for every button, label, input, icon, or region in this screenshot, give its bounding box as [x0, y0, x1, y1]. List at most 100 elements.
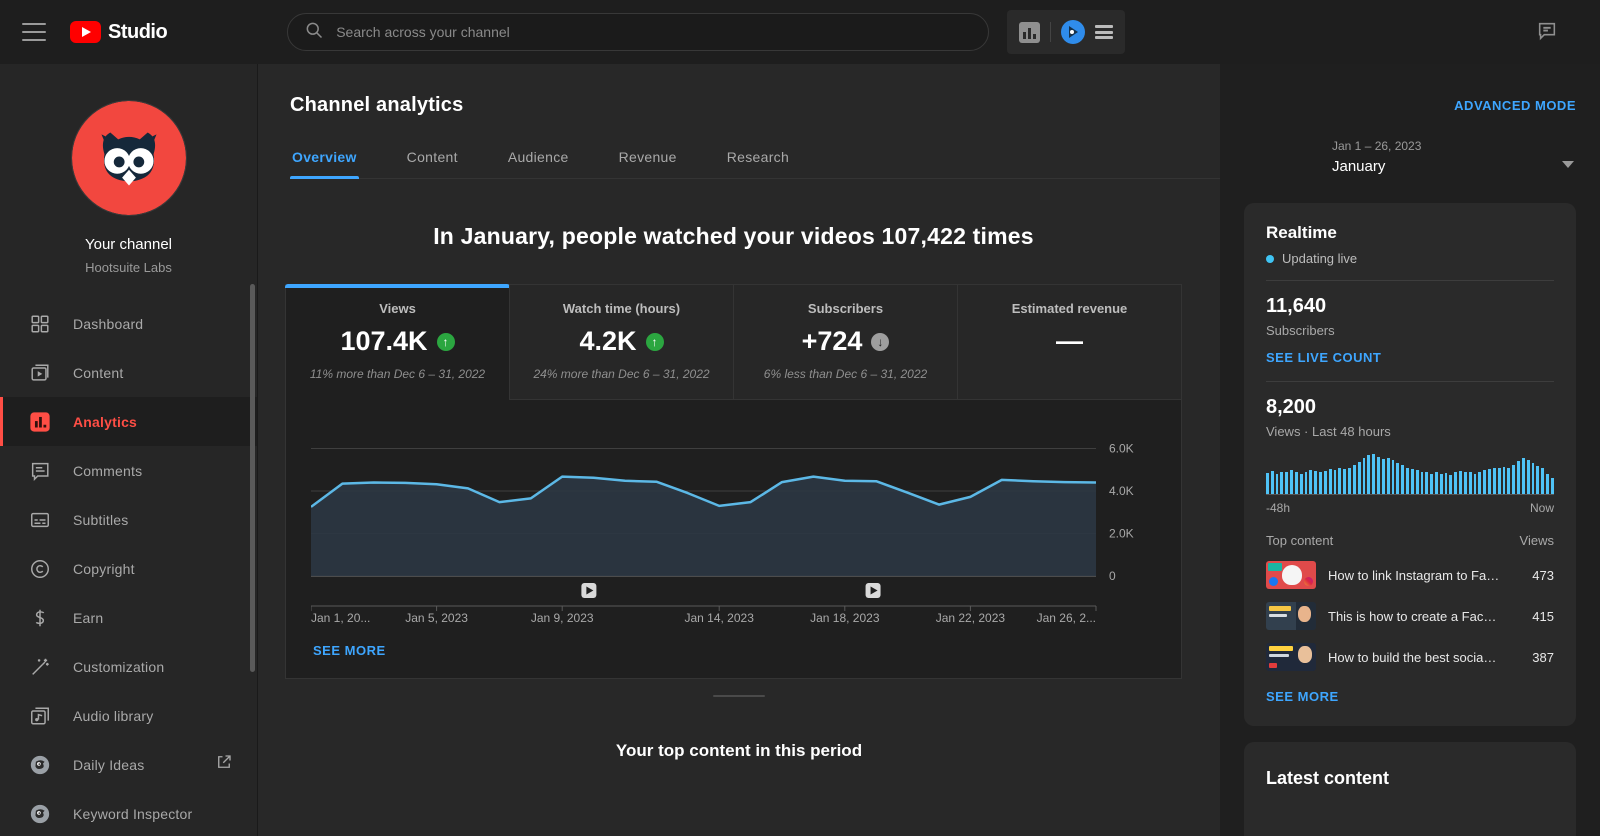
- sidebar-item-audio-library[interactable]: Audio library: [0, 691, 257, 740]
- sidebar-item-copyright[interactable]: Copyright: [0, 544, 257, 593]
- metric-value-text: —: [1056, 326, 1083, 357]
- sidebar-item-content[interactable]: Content: [0, 348, 257, 397]
- channel-name: Your channel: [0, 236, 257, 253]
- video-thumbnail: [1266, 561, 1316, 589]
- sparkline-bar: [1353, 465, 1356, 494]
- earn-icon: [29, 607, 51, 629]
- sidebar-item-subtitles[interactable]: Subtitles: [0, 495, 257, 544]
- metric-tab-estimated-revenue[interactable]: Estimated revenue—: [957, 285, 1181, 400]
- sidebar-item-dashboard[interactable]: Dashboard: [0, 299, 257, 348]
- svg-text:2.0K: 2.0K: [1109, 527, 1134, 541]
- svg-text:Jan 14, 2023: Jan 14, 2023: [684, 611, 754, 624]
- metric-value-text: 107.4K: [340, 326, 427, 357]
- sidebar-item-label: Comments: [73, 463, 142, 479]
- top-content-video-title: How to build the best socia…: [1328, 650, 1520, 665]
- sparkline-bar: [1512, 465, 1515, 494]
- metric-label: Subscribers: [744, 301, 947, 316]
- metric-value-text: +724: [802, 326, 863, 357]
- sparkline-bar: [1478, 472, 1481, 494]
- sparkline-bar: [1377, 457, 1380, 494]
- youtube-play-icon: [70, 21, 101, 43]
- sparkline-bar: [1266, 473, 1269, 494]
- svg-text:4.0K: 4.0K: [1109, 484, 1134, 498]
- metric-value: 4.2K↑: [520, 326, 723, 357]
- thumbnail-art: [1269, 663, 1277, 668]
- thumbnail-art: [1298, 646, 1312, 663]
- sparkline-bar: [1459, 471, 1462, 494]
- tab-research[interactable]: Research: [725, 149, 791, 178]
- sidebar-item-daily-ideas[interactable]: Daily Ideas: [0, 740, 257, 789]
- latest-content-title: Latest content: [1266, 768, 1554, 789]
- realtime-views-sparkline[interactable]: [1266, 453, 1554, 495]
- top-content-row[interactable]: How to build the best socia…387: [1266, 643, 1554, 671]
- views-line-chart[interactable]: 02.0K4.0K6.0KJan 1, 20...Jan 5, 2023Jan …: [286, 400, 1181, 629]
- sidebar-item-customization[interactable]: Customization: [0, 642, 257, 691]
- metric-tab-watch-time-hours-[interactable]: Watch time (hours)4.2K↑24% more than Dec…: [509, 285, 733, 400]
- sidebar-item-comments[interactable]: Comments: [0, 446, 257, 495]
- sparkline-bar: [1290, 470, 1293, 494]
- tab-content[interactable]: Content: [405, 149, 460, 178]
- sparkline-right-label: Now: [1530, 501, 1554, 515]
- sidebar-item-label: Analytics: [73, 414, 137, 430]
- sidebar-item-earn[interactable]: Earn: [0, 593, 257, 642]
- see-more-link[interactable]: SEE MORE: [313, 643, 386, 658]
- hootsuite-owl-icon[interactable]: [1061, 20, 1085, 44]
- sparkline-bar: [1527, 460, 1530, 494]
- youtube-studio-logo[interactable]: Studio: [70, 21, 167, 44]
- sparkline-bar: [1493, 468, 1496, 494]
- svg-text:Jan 9, 2023: Jan 9, 2023: [531, 611, 594, 624]
- sparkline-bar: [1276, 474, 1279, 494]
- sparkline-bar: [1435, 472, 1438, 494]
- realtime-see-more-link[interactable]: SEE MORE: [1266, 689, 1339, 704]
- channel-block: Your channel Hootsuite Labs: [0, 64, 257, 275]
- sidebar-item-label: Audio library: [73, 708, 153, 724]
- comments-icon: [29, 460, 51, 482]
- search-input[interactable]: [336, 24, 972, 40]
- advanced-mode-link[interactable]: ADVANCED MODE: [1454, 98, 1576, 113]
- sparkline-bar: [1440, 474, 1443, 494]
- svg-text:Jan 18, 2023: Jan 18, 2023: [810, 611, 880, 624]
- svg-text:6.0K: 6.0K: [1109, 442, 1134, 456]
- sparkline-bar: [1507, 468, 1510, 494]
- sidebar-item-analytics[interactable]: Analytics: [0, 397, 257, 446]
- chevron-down-icon: [1562, 161, 1574, 168]
- sparkline-bar: [1348, 468, 1351, 494]
- sidebar-scrollbar[interactable]: [250, 284, 255, 672]
- top-content-video-title: This is how to create a Fac…: [1328, 609, 1520, 624]
- analytics-tabs: Overview Content Audience Revenue Research: [290, 149, 1220, 179]
- main-panel: Channel analytics OverviewContentAudienc…: [258, 64, 1220, 836]
- youtube-studio-app: Studio: [0, 0, 1600, 836]
- see-live-count-link[interactable]: SEE LIVE COUNT: [1266, 350, 1381, 365]
- date-range-text: Jan 1 – 26, 2023: [1332, 139, 1576, 153]
- svg-text:Jan 1, 20...: Jan 1, 20...: [311, 611, 370, 624]
- divider: [1266, 381, 1554, 382]
- tab-revenue[interactable]: Revenue: [617, 149, 679, 178]
- extension-menu-icon[interactable]: [1095, 25, 1113, 39]
- feedback-icon[interactable]: [1536, 20, 1558, 45]
- top-content-row[interactable]: How to link Instagram to Fa…473: [1266, 561, 1554, 589]
- thumbnail-art: [1269, 606, 1291, 611]
- extension-chart-icon[interactable]: [1019, 22, 1040, 43]
- sidebar-item-label: Keyword Inspector: [73, 806, 192, 822]
- metric-tab-subscribers[interactable]: Subscribers+724↓6% less than Dec 6 – 31,…: [733, 285, 957, 400]
- owl-icon: [29, 754, 51, 776]
- sidebar-item-label: Content: [73, 365, 123, 381]
- tab-overview[interactable]: Overview: [290, 149, 359, 178]
- channel-avatar[interactable]: [71, 100, 187, 216]
- top-content-view-count: 473: [1532, 568, 1554, 583]
- date-range-picker[interactable]: Jan 1 – 26, 2023 January: [1244, 139, 1576, 175]
- sidebar-item-keyword-inspector[interactable]: Keyword Inspector: [0, 789, 257, 836]
- top-content-row[interactable]: This is how to create a Fac…415: [1266, 602, 1554, 630]
- sidebar-item-label: Customization: [73, 659, 164, 675]
- thumbnail-art: [1298, 606, 1311, 622]
- svg-text:Jan 26, 2...: Jan 26, 2...: [1037, 611, 1096, 624]
- sparkline-axis: -48h Now: [1266, 501, 1554, 515]
- realtime-subscribers-label: Subscribers: [1266, 323, 1554, 338]
- sparkline-bar: [1411, 469, 1414, 494]
- tab-audience[interactable]: Audience: [506, 149, 571, 178]
- search-icon: [304, 20, 324, 45]
- sparkline-bar: [1387, 458, 1390, 494]
- metric-tab-views[interactable]: Views107.4K↑11% more than Dec 6 – 31, 20…: [286, 285, 509, 400]
- date-period-text: January: [1332, 158, 1576, 175]
- menu-hamburger-button[interactable]: [22, 23, 46, 41]
